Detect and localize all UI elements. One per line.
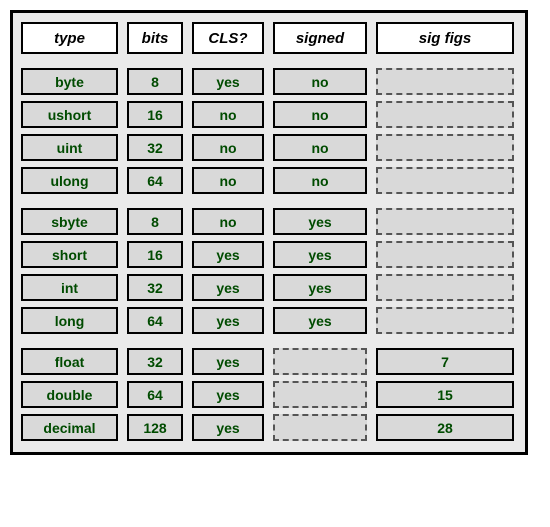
cell-bits: 64 <box>127 381 183 408</box>
cell-type: int <box>21 274 118 301</box>
cell-type: double <box>21 381 118 408</box>
cell-type: decimal <box>21 414 118 441</box>
header-type: type <box>21 22 118 54</box>
cell-cls: yes <box>192 241 264 268</box>
header-cls: CLS? <box>192 22 264 54</box>
cell-sig <box>376 208 514 235</box>
cell-sig <box>376 307 514 334</box>
cell-type: byte <box>21 68 118 95</box>
cell-sig <box>376 167 514 194</box>
cell-signed: yes <box>273 307 367 334</box>
cell-signed: no <box>273 134 367 161</box>
table-row: int 32 yesyes <box>21 274 517 301</box>
cell-signed: yes <box>273 241 367 268</box>
cell-sig <box>376 101 514 128</box>
cell-bits: 32 <box>127 134 183 161</box>
cell-sig: 28 <box>376 414 514 441</box>
cell-cls: no <box>192 208 264 235</box>
cell-sig <box>376 274 514 301</box>
cell-bits: 32 <box>127 348 183 375</box>
cell-cls: yes <box>192 414 264 441</box>
cell-sig: 15 <box>376 381 514 408</box>
table-row: ulong 64 nono <box>21 167 517 194</box>
cell-type: long <box>21 307 118 334</box>
table-row: byte 8 yesno <box>21 68 517 95</box>
cell-bits: 64 <box>127 307 183 334</box>
header-bits: bits <box>127 22 183 54</box>
table-row: decimal 128 yes 28 <box>21 414 517 441</box>
cell-bits: 16 <box>127 101 183 128</box>
cell-cls: no <box>192 101 264 128</box>
cell-cls: no <box>192 167 264 194</box>
cell-signed <box>273 414 367 441</box>
table-row: double 64 yes 15 <box>21 381 517 408</box>
cell-signed: no <box>273 167 367 194</box>
cell-bits: 64 <box>127 167 183 194</box>
cell-signed: yes <box>273 274 367 301</box>
table-row: ushort 16 nono <box>21 101 517 128</box>
cell-type: ushort <box>21 101 118 128</box>
cell-signed <box>273 348 367 375</box>
cell-bits: 8 <box>127 208 183 235</box>
cell-sig <box>376 241 514 268</box>
cell-sig <box>376 134 514 161</box>
cell-cls: yes <box>192 348 264 375</box>
cell-signed: no <box>273 68 367 95</box>
cell-signed <box>273 381 367 408</box>
table-row: sbyte 8 noyes <box>21 208 517 235</box>
cell-cls: yes <box>192 307 264 334</box>
cell-type: float <box>21 348 118 375</box>
table-row: uint 32 nono <box>21 134 517 161</box>
cell-sig <box>376 68 514 95</box>
types-table: type bits CLS? signed sig figs byte8yesn… <box>10 10 528 455</box>
cell-type: sbyte <box>21 208 118 235</box>
cell-type: short <box>21 241 118 268</box>
cell-cls: no <box>192 134 264 161</box>
cell-bits: 128 <box>127 414 183 441</box>
table-row: short 16 yesyes <box>21 241 517 268</box>
cell-cls: yes <box>192 68 264 95</box>
cell-cls: yes <box>192 381 264 408</box>
cell-bits: 32 <box>127 274 183 301</box>
table-row: float 32 yes 7 <box>21 348 517 375</box>
cell-type: ulong <box>21 167 118 194</box>
header-signed: signed <box>273 22 367 54</box>
cell-sig: 7 <box>376 348 514 375</box>
cell-bits: 16 <box>127 241 183 268</box>
cell-cls: yes <box>192 274 264 301</box>
cell-bits: 8 <box>127 68 183 95</box>
cell-signed: yes <box>273 208 367 235</box>
cell-signed: no <box>273 101 367 128</box>
header-row: type bits CLS? signed sig figs <box>21 22 517 54</box>
table-row: long 64 yesyes <box>21 307 517 334</box>
header-sigfig: sig figs <box>376 22 514 54</box>
cell-type: uint <box>21 134 118 161</box>
